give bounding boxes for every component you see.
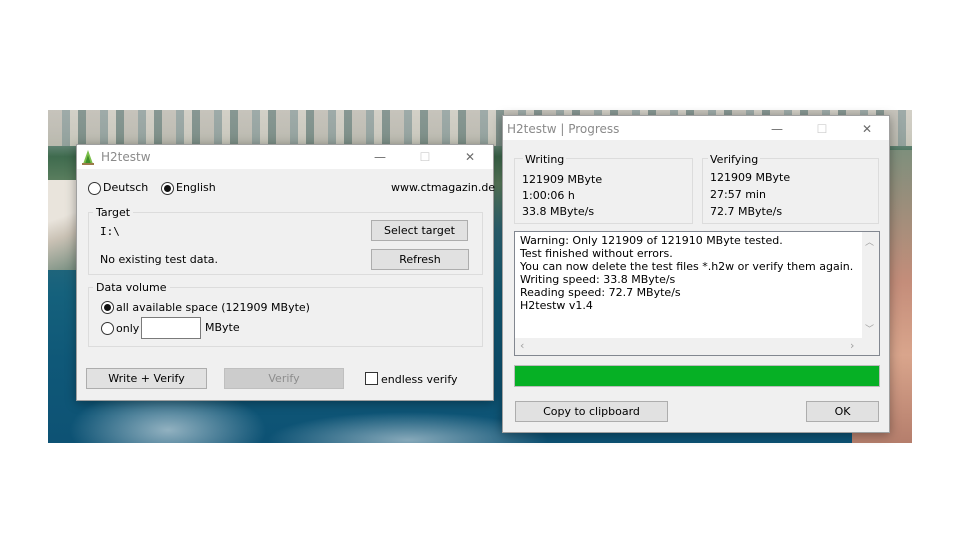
label-all-available-space[interactable]: all available space (121909 MByte) [116, 301, 310, 314]
log-line: Test finished without errors. [520, 247, 673, 260]
verifying-size: 121909 MByte [710, 171, 791, 184]
chevron-down-icon[interactable]: ﹀ [865, 322, 874, 335]
progress-maximize-button: ☐ [816, 122, 828, 136]
writing-time: 1:00:06 h [522, 189, 575, 202]
progress-window-title: H2testw | Progress [507, 122, 620, 136]
log-line: Writing speed: 33.8 MByte/s [520, 273, 676, 286]
endless-verify-label[interactable]: endless verify [381, 373, 458, 386]
chevron-left-icon[interactable]: ‹ [520, 339, 524, 352]
progress-bar [514, 365, 880, 387]
ok-button[interactable]: OK [806, 401, 879, 422]
target-status: No existing test data. [100, 253, 219, 266]
log-vertical-scrollbar[interactable]: ︿ ﹀ [862, 232, 879, 338]
target-path: I:\ [100, 225, 120, 238]
main-maximize-button: ☐ [419, 150, 431, 164]
scrollbar-corner [862, 338, 879, 355]
chevron-up-icon[interactable]: ︿ [865, 235, 874, 248]
progress-minimize-button[interactable]: — [754, 117, 800, 141]
label-mbyte-unit: MByte [205, 321, 240, 334]
h2testw-app-icon [81, 149, 95, 165]
progress-close-button[interactable]: ✕ [844, 117, 890, 141]
data-volume-group-label: Data volume [93, 281, 170, 294]
label-deutsch[interactable]: Deutsch [103, 181, 148, 194]
copy-to-clipboard-button[interactable]: Copy to clipboard [515, 401, 668, 422]
radio-only[interactable] [101, 322, 114, 335]
radio-english[interactable] [161, 182, 174, 195]
verify-button: Verify [224, 368, 344, 389]
label-english[interactable]: English [176, 181, 216, 194]
radio-all-available-space[interactable] [101, 301, 114, 314]
verifying-label: Verifying [708, 153, 761, 166]
label-only[interactable]: only [116, 322, 139, 335]
writing-label: Writing [523, 153, 567, 166]
verifying-speed: 72.7 MByte/s [710, 205, 783, 218]
write-verify-button[interactable]: Write + Verify [86, 368, 207, 389]
log-line: H2testw v1.4 [520, 299, 593, 312]
writing-size: 121909 MByte [522, 173, 603, 186]
progress-bar-fill [515, 366, 879, 386]
main-window-title: H2testw [101, 150, 151, 164]
main-close-button[interactable]: ✕ [447, 145, 493, 169]
verifying-time: 27:57 min [710, 188, 766, 201]
radio-deutsch[interactable] [88, 182, 101, 195]
writing-speed: 33.8 MByte/s [522, 205, 595, 218]
endless-verify-checkbox[interactable] [365, 372, 378, 385]
log-line: Reading speed: 72.7 MByte/s [520, 286, 681, 299]
log-line: Warning: Only 121909 of 121910 MByte tes… [520, 234, 783, 247]
log-line: You can now delete the test files *.h2w … [520, 260, 854, 273]
log-horizontal-scrollbar[interactable]: ‹ › [515, 338, 864, 355]
chevron-right-icon[interactable]: › [850, 339, 854, 352]
refresh-button[interactable]: Refresh [371, 249, 469, 270]
main-titlebar: H2testw — ☐ ✕ [77, 145, 493, 169]
select-target-button[interactable]: Select target [371, 220, 468, 241]
progress-titlebar: H2testw | Progress — ☐ ✕ [503, 116, 889, 140]
result-log-box[interactable]: Warning: Only 121909 of 121910 MByte tes… [514, 231, 880, 356]
h2testw-main-window: H2testw — ☐ ✕ Deutsch English www.ctmaga… [76, 144, 495, 401]
website-link[interactable]: www.ctmagazin.de [391, 181, 495, 194]
only-mbyte-input[interactable] [141, 317, 201, 339]
h2testw-progress-window: H2testw | Progress — ☐ ✕ Writing 121909 … [502, 115, 890, 433]
main-minimize-button[interactable]: — [357, 145, 403, 169]
target-group-label: Target [93, 206, 134, 219]
